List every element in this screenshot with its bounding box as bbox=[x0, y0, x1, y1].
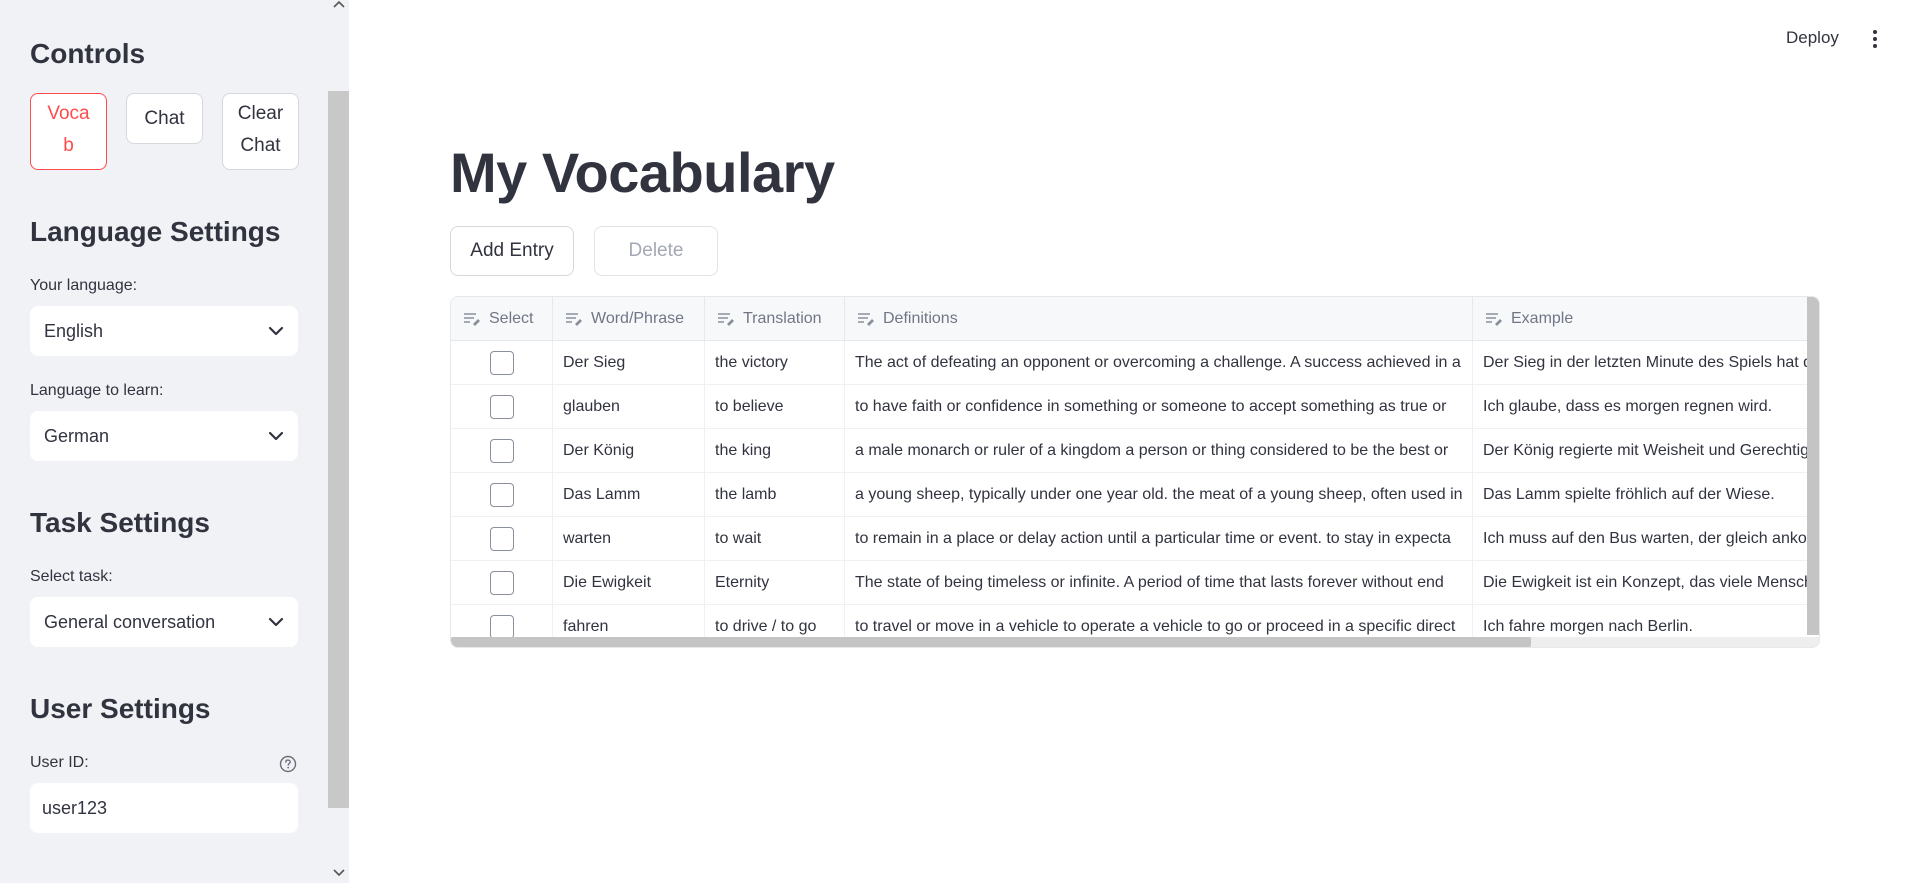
definition-cell[interactable]: to have faith or confidence in something… bbox=[845, 385, 1473, 429]
example-cell[interactable]: Das Lamm spielte fröhlich auf der Wiese. bbox=[1473, 473, 1819, 517]
select-cell bbox=[451, 561, 553, 605]
user-id-value: user123 bbox=[42, 797, 108, 818]
definition-cell[interactable]: a male monarch or ruler of a kingdom a p… bbox=[845, 429, 1473, 473]
learn-language-value: German bbox=[44, 425, 110, 446]
text-column-icon bbox=[566, 313, 582, 326]
table-header: Select Word/Phrase Translation Definitio… bbox=[451, 297, 1819, 341]
header-definitions[interactable]: Definitions bbox=[845, 297, 1473, 341]
task-value: General conversation bbox=[44, 611, 216, 632]
example-cell[interactable]: Die Ewigkeit ist ein Konzept, das viele … bbox=[1473, 561, 1819, 605]
definition-cell[interactable]: The state of being timeless or infinite.… bbox=[845, 561, 1473, 605]
example-cell[interactable]: Der König regierte mit Weisheit und Gere… bbox=[1473, 429, 1819, 473]
table-row[interactable]: glauben to believe to have faith or confid… bbox=[451, 385, 1819, 429]
translation-cell[interactable]: to believe bbox=[705, 385, 845, 429]
learn-language-select[interactable]: German bbox=[30, 411, 298, 461]
select-cell bbox=[451, 341, 553, 385]
example-cell[interactable]: Der Sieg in der letzten Minute des Spiel… bbox=[1473, 341, 1819, 385]
task-label: Select task: bbox=[30, 568, 113, 585]
table-row[interactable]: Der Sieg the victory The act of defeating … bbox=[451, 341, 1819, 385]
deploy-button[interactable]: Deploy bbox=[1786, 28, 1839, 48]
vocab-button[interactable]: Vocab bbox=[30, 93, 107, 170]
header-word-label: Word/Phrase bbox=[591, 310, 685, 327]
help-icon[interactable] bbox=[279, 755, 297, 773]
word-cell[interactable]: Die Ewigkeit bbox=[553, 561, 705, 605]
header-select-label: Select bbox=[489, 310, 534, 327]
chat-button-label: Chat bbox=[144, 108, 185, 129]
clear-chat-button[interactable]: Clear Chat bbox=[222, 93, 299, 170]
word-cell[interactable]: Der König bbox=[553, 429, 705, 473]
row-select-checkbox[interactable] bbox=[489, 439, 514, 463]
row-select-checkbox[interactable] bbox=[489, 615, 514, 639]
table-vertical-scrollbar[interactable] bbox=[1807, 297, 1819, 635]
row-select-checkbox[interactable] bbox=[489, 571, 514, 595]
user-settings-heading: User Settings bbox=[30, 693, 211, 724]
add-entry-button-label: Add Entry bbox=[470, 240, 554, 261]
header-example[interactable]: Example bbox=[1473, 297, 1819, 341]
delete-button-label: Delete bbox=[628, 240, 684, 261]
table-horizontal-scrollbar-thumb[interactable] bbox=[451, 637, 1531, 647]
translation-cell[interactable]: the victory bbox=[705, 341, 845, 385]
header-select[interactable]: Select bbox=[451, 297, 553, 341]
definition-cell[interactable]: to remain in a place or delay action unt… bbox=[845, 517, 1473, 561]
translation-cell[interactable]: the king bbox=[705, 429, 845, 473]
table-row[interactable]: warten to wait to remain in a place or del… bbox=[451, 517, 1819, 561]
translation-cell[interactable]: Eternity bbox=[705, 561, 845, 605]
task-select[interactable]: General conversation bbox=[30, 597, 298, 647]
your-language-label: Your language: bbox=[30, 277, 138, 294]
definition-cell[interactable]: a young sheep, typically under one year … bbox=[845, 473, 1473, 517]
language-settings-heading: Language Settings bbox=[30, 216, 281, 247]
text-column-icon bbox=[1486, 313, 1502, 326]
word-cell[interactable]: Der Sieg bbox=[553, 341, 705, 385]
row-select-checkbox[interactable] bbox=[489, 483, 514, 507]
chat-button[interactable]: Chat bbox=[126, 93, 203, 144]
example-cell[interactable]: Ich glaube, dass es morgen regnen wird. bbox=[1473, 385, 1819, 429]
clear-chat-button-label: Clear Chat bbox=[237, 103, 284, 156]
your-language-select[interactable]: English bbox=[30, 306, 298, 356]
chevron-down-icon bbox=[268, 617, 284, 627]
text-column-icon bbox=[718, 313, 734, 326]
translation-cell[interactable]: the lamb bbox=[705, 473, 845, 517]
chevron-down-icon bbox=[268, 326, 284, 336]
user-id-input[interactable]: user123 bbox=[30, 783, 298, 833]
header-example-label: Example bbox=[1511, 310, 1574, 327]
header-definitions-label: Definitions bbox=[883, 310, 958, 327]
text-column-icon bbox=[858, 313, 874, 326]
user-id-label: User ID: bbox=[30, 754, 89, 771]
text-column-icon bbox=[464, 313, 480, 326]
row-select-checkbox[interactable] bbox=[489, 351, 514, 375]
table-row[interactable]: Die Ewigkeit Eternity The state of being t… bbox=[451, 561, 1819, 605]
sidebar: Controls Vocab Chat Clear Chat Language … bbox=[0, 0, 349, 883]
page-title: My Vocabulary bbox=[450, 141, 835, 204]
row-select-checkbox[interactable] bbox=[489, 395, 514, 419]
table-row[interactable]: Der König the king a male monarch or ruler… bbox=[451, 429, 1819, 473]
add-entry-button[interactable]: Add Entry bbox=[450, 226, 574, 276]
definition-cell[interactable]: The act of defeating an opponent or over… bbox=[845, 341, 1473, 385]
sidebar-scrollbar-thumb[interactable] bbox=[328, 91, 349, 808]
delete-button[interactable]: Delete bbox=[594, 226, 718, 276]
select-cell bbox=[451, 429, 553, 473]
your-language-value: English bbox=[44, 320, 104, 341]
scroll-up-arrow-icon[interactable] bbox=[330, 0, 347, 14]
example-cell[interactable]: Ich muss auf den Bus warten, der gleich … bbox=[1473, 517, 1819, 561]
translation-cell[interactable]: to wait bbox=[705, 517, 845, 561]
row-select-checkbox[interactable] bbox=[489, 527, 514, 551]
task-settings-heading: Task Settings bbox=[30, 507, 210, 538]
select-cell bbox=[451, 473, 553, 517]
scroll-down-arrow-icon[interactable] bbox=[330, 869, 347, 883]
more-options-icon[interactable] bbox=[1868, 28, 1882, 50]
vocabulary-table[interactable]: Select Word/Phrase Translation Definitio… bbox=[450, 296, 1820, 648]
header-translation[interactable]: Translation bbox=[705, 297, 845, 341]
chevron-down-icon bbox=[268, 431, 284, 441]
select-cell bbox=[451, 385, 553, 429]
select-cell bbox=[451, 517, 553, 561]
learn-language-label: Language to learn: bbox=[30, 382, 164, 399]
word-cell[interactable]: Das Lamm bbox=[553, 473, 705, 517]
header-word[interactable]: Word/Phrase bbox=[553, 297, 705, 341]
table-row[interactable]: Das Lamm the lamb a young sheep, typically… bbox=[451, 473, 1819, 517]
controls-heading: Controls bbox=[30, 38, 146, 69]
word-cell[interactable]: glauben bbox=[553, 385, 705, 429]
vocab-button-label: Vocab bbox=[47, 103, 90, 156]
header-translation-label: Translation bbox=[743, 310, 822, 327]
word-cell[interactable]: warten bbox=[553, 517, 705, 561]
